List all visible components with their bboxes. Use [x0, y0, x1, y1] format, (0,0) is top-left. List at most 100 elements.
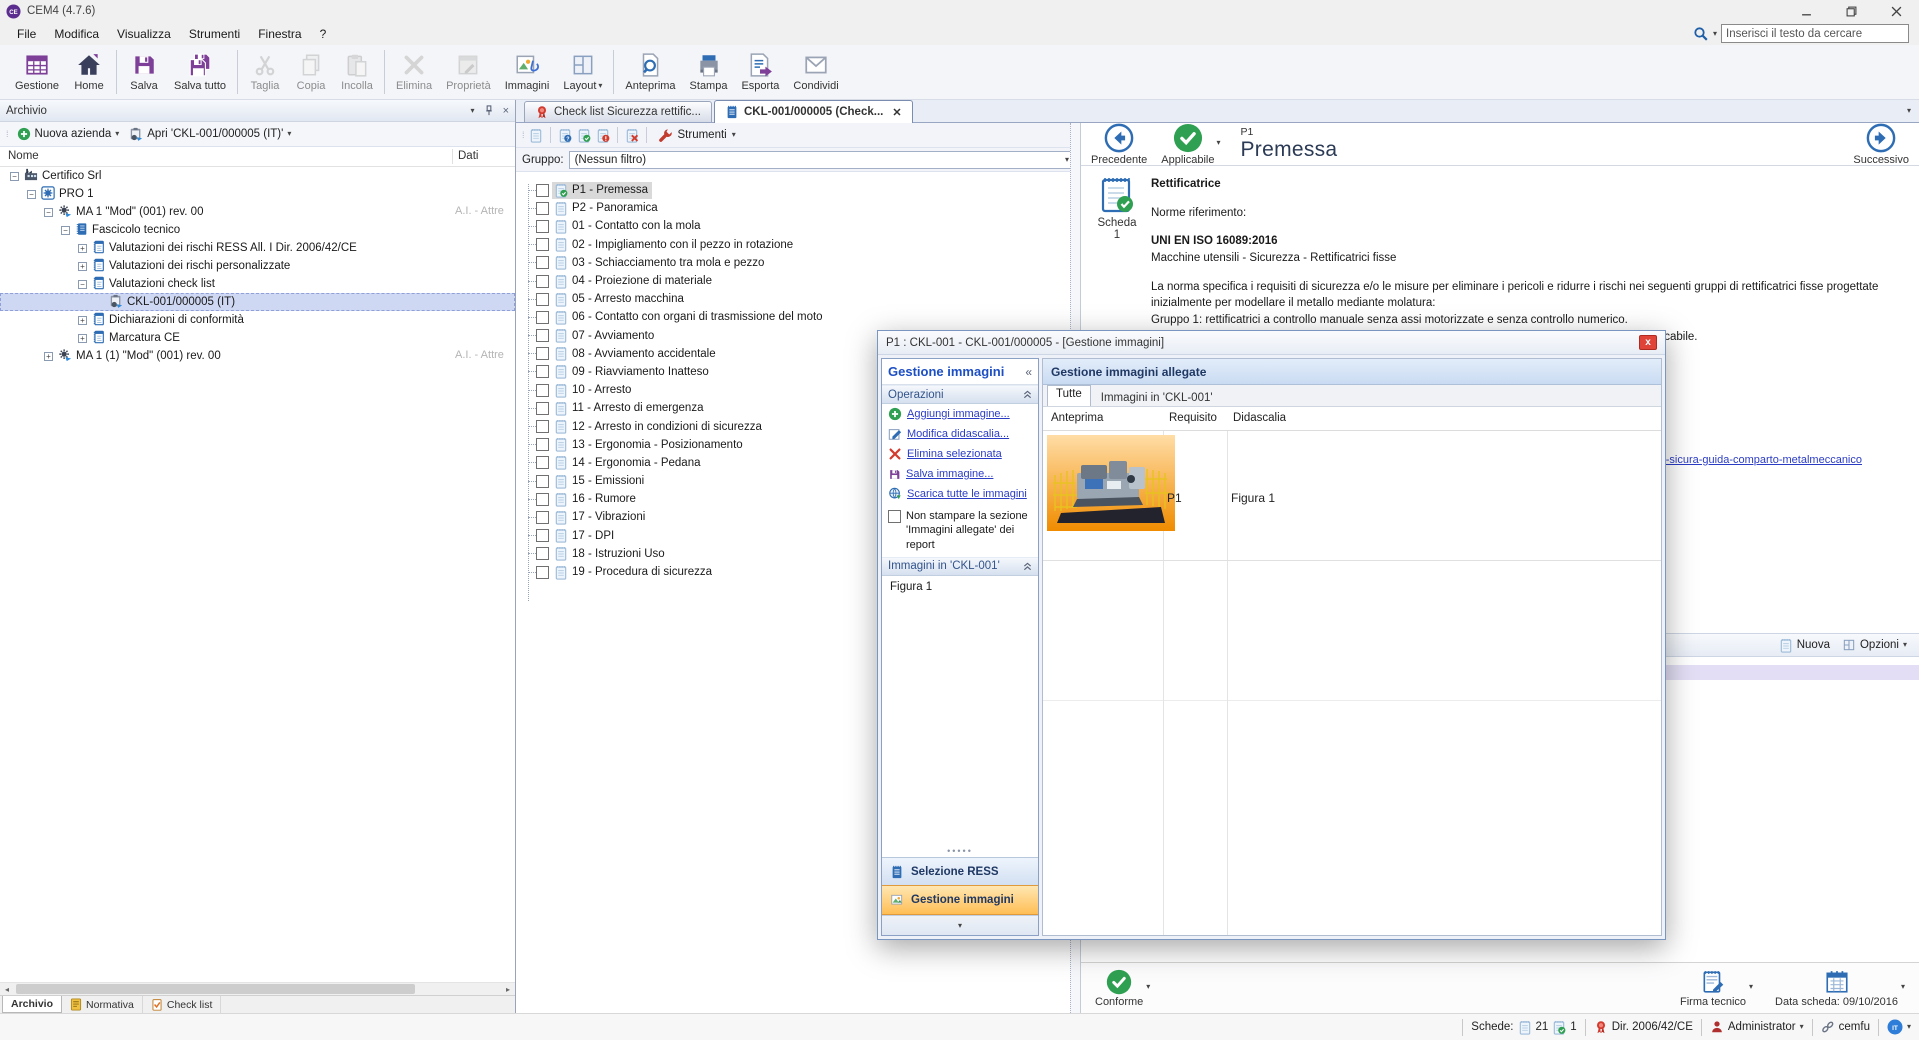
image-table-row[interactable]: P1Figura 1 — [1043, 431, 1661, 561]
sheet-new-icon[interactable] — [529, 128, 543, 143]
strumenti-caret[interactable]: ▾ — [732, 131, 736, 139]
menu-modifica[interactable]: Modifica — [45, 24, 108, 44]
firma-caret[interactable]: ▾ — [1749, 983, 1753, 991]
dialog-link-aggiungi-immagine[interactable]: Aggiungi immagine... — [882, 404, 1038, 424]
menu-file[interactable]: File — [8, 24, 45, 44]
toolbar-button-stampa[interactable]: Stampa — [683, 45, 735, 99]
maximize-button[interactable] — [1829, 0, 1874, 22]
document-tab-ckl-001-000005-check[interactable]: CKL-001/000005 (Check...✕ — [714, 100, 913, 123]
sheet-check-icon[interactable] — [577, 128, 591, 143]
no-print-checkbox[interactable]: Non stampare la sezione 'Immagini allega… — [882, 504, 1038, 557]
toolbar-button-anteprima[interactable]: Anteprima — [618, 45, 682, 99]
dialog-link-modifica-didascalia[interactable]: Modifica didascalia... — [882, 424, 1038, 444]
tab-list-caret[interactable]: ▾ — [1907, 107, 1911, 115]
tree-item-fascicolo-tecnico[interactable]: −Fascicolo tecnico — [0, 221, 515, 239]
open-checklist-button[interactable]: Apri 'CKL-001/000005 (IT)' ▾ — [126, 125, 294, 143]
tree-expander[interactable]: − — [27, 190, 36, 199]
firma-tecnico-button[interactable]: Firma tecnico ▾ — [1680, 969, 1753, 1008]
user-caret[interactable]: ▾ — [1800, 1023, 1804, 1031]
toolbar-button-salva[interactable]: Salva — [121, 45, 167, 99]
conforme-button[interactable]: Conforme ▾ — [1095, 969, 1150, 1008]
tree-item-valutazioni-check-list[interactable]: −Valutazioni check list — [0, 275, 515, 293]
language-caret[interactable]: ▾ — [1907, 1023, 1911, 1031]
tree-expander[interactable]: + — [78, 316, 87, 325]
sheet-question-icon[interactable]: ? — [558, 128, 572, 143]
column-nome[interactable]: Nome — [8, 150, 39, 162]
group-filter-select[interactable]: (Nessun filtro) ▾ — [569, 151, 1074, 169]
menu-finestra[interactable]: Finestra — [249, 24, 310, 44]
checkbox-icon[interactable] — [536, 511, 549, 524]
tree-item-ma-1-1-mod-001-rev-00[interactable]: +MA 1 (1) "Mod" (001) rev. 00A.I. - Attr… — [0, 347, 515, 365]
pin-icon[interactable] — [484, 105, 494, 116]
tree-expander[interactable]: + — [78, 244, 87, 253]
tree-item-marcatura-ce[interactable]: +Marcatura CE — [0, 329, 515, 347]
col-requisito[interactable]: Requisito — [1169, 412, 1217, 424]
scrollbar-track[interactable] — [14, 983, 501, 995]
new-company-button[interactable]: Nuova azienda ▾ — [14, 125, 123, 143]
tree-expander[interactable]: − — [78, 280, 87, 289]
panel-tab-check-list[interactable]: Check list — [143, 996, 222, 1013]
sheet-warning-icon[interactable] — [596, 128, 610, 143]
panel-menu-caret[interactable]: ▾ — [471, 107, 475, 115]
col-anteprima[interactable]: Anteprima — [1051, 412, 1103, 424]
open-checklist-caret[interactable]: ▾ — [287, 130, 291, 138]
language-selector[interactable]: IT ▾ — [1887, 1019, 1911, 1035]
dialog-link-scarica-tutte-le-immagini[interactable]: Scarica tutte le immagini — [882, 484, 1038, 504]
scrollbar-thumb[interactable] — [16, 984, 415, 994]
document-tab-check-list-sicurezza-rettific[interactable]: Check list Sicurezza rettific... — [524, 101, 712, 122]
sheet-delete-icon[interactable] — [625, 128, 639, 143]
tree-expander[interactable]: − — [61, 226, 70, 235]
checkbox-icon[interactable] — [536, 438, 549, 451]
tree-item-valutazioni-dei-rischi-personalizzate[interactable]: +Valutazioni dei rischi personalizzate — [0, 257, 515, 275]
applicabile-button[interactable]: Applicabile ▾ — [1161, 123, 1220, 166]
search-input[interactable] — [1721, 24, 1909, 43]
scroll-left-icon[interactable]: ◂ — [0, 985, 14, 994]
checkbox-icon[interactable] — [536, 493, 549, 506]
col-didascalia[interactable]: Didascalia — [1233, 412, 1286, 424]
dialog-close-button[interactable]: x — [1639, 335, 1657, 350]
tree-expander[interactable]: + — [78, 334, 87, 343]
tree-item-certifico-srl[interactable]: −Certifico Srl — [0, 167, 515, 185]
external-link[interactable]: a-sicura-guida-comparto-metalmeccanico — [1660, 454, 1862, 466]
tree-expander[interactable]: + — [78, 262, 87, 271]
tree-expander[interactable]: + — [44, 352, 53, 361]
checklist-row-01-contatto-con-la-mola[interactable]: 01 - Contatto con la mola — [516, 217, 1070, 235]
menu-item[interactable]: ? — [311, 24, 336, 44]
checkbox-icon[interactable] — [536, 184, 549, 197]
tree-item-ma-1-mod-001-rev-00[interactable]: −MA 1 "Mod" (001) rev. 00A.I. - Attre — [0, 203, 515, 221]
search-options-caret[interactable]: ▾ — [1713, 30, 1717, 38]
user-status[interactable]: Administrator ▾ — [1710, 1020, 1804, 1034]
opzioni-caret[interactable]: ▾ — [1903, 641, 1907, 649]
tree-item-ckl-001-000005-it[interactable]: CKL-001/000005 (IT) — [0, 293, 515, 311]
toolbar-button-home[interactable]: Home — [66, 45, 112, 99]
layout-caret[interactable]: ▾ — [598, 82, 602, 90]
checkbox-icon[interactable] — [536, 566, 549, 579]
tree-item-pro-1[interactable]: −PRO 1 — [0, 185, 515, 203]
checkbox-icon[interactable] — [536, 202, 549, 215]
checkbox-icon[interactable] — [536, 402, 549, 415]
precedente-button[interactable]: Precedente — [1091, 123, 1147, 166]
opzioni-button[interactable]: Opzioni ▾ — [1842, 638, 1907, 652]
panel-tab-archivio[interactable]: Archivio — [2, 996, 62, 1013]
panel-tab-normativa[interactable]: Normativa — [62, 996, 143, 1013]
checklist-row-02-impigliamento-con-il-pezzo-in-rotazione[interactable]: 02 - Impigliamento con il pezzo in rotaz… — [516, 236, 1070, 254]
applicabile-caret[interactable]: ▾ — [1216, 139, 1220, 147]
conforme-caret[interactable]: ▾ — [1146, 983, 1150, 991]
chevron-up-icon[interactable] — [1023, 562, 1032, 571]
search-icon[interactable] — [1693, 26, 1709, 42]
dialog-title-bar[interactable]: P1 : CKL-001 - CKL-001/000005 - [Gestion… — [878, 331, 1665, 355]
horizontal-scrollbar[interactable]: ◂ ▸ — [0, 982, 515, 995]
chevron-up-icon[interactable] — [1023, 390, 1032, 399]
image-list-item[interactable]: Figura 1 — [882, 576, 1038, 598]
menu-strumenti[interactable]: Strumenti — [180, 24, 249, 44]
tab-tutte[interactable]: Tutte — [1047, 385, 1091, 406]
dialog-nav-gestione-immagini[interactable]: Gestione immagini — [882, 885, 1038, 915]
minimize-button[interactable] — [1784, 0, 1829, 22]
checkbox-icon[interactable] — [536, 220, 549, 233]
immagini-header[interactable]: Immagini in 'CKL-001' — [882, 557, 1038, 576]
checkbox-icon[interactable] — [536, 275, 549, 288]
collapse-icon[interactable]: « — [1025, 365, 1032, 379]
strumenti-button[interactable]: Strumenti ▾ — [654, 126, 740, 145]
data-scheda-button[interactable]: Data scheda: 09/10/2016 ▾ — [1775, 969, 1905, 1008]
checkbox-icon[interactable] — [536, 256, 549, 269]
